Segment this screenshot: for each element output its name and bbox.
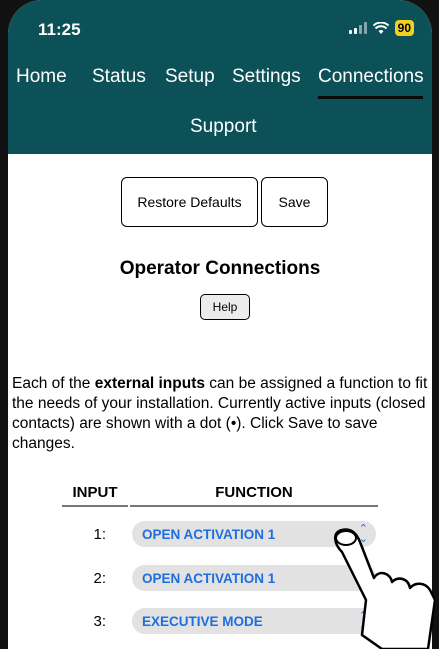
battery-icon: 90 [394,20,414,36]
status-time: 11:25 [38,20,81,39]
description-bold: external inputs [94,375,205,392]
page-title: Operator Connections [119,258,321,279]
wifi-icon [372,21,389,34]
input-label-1: 1: [93,526,106,543]
status-icons: 90 [348,20,414,36]
nav-item-connections[interactable]: Connections [318,66,424,88]
function-select-value: OPEN ACTIVATION 1 [142,570,276,586]
function-select-value: OPEN ACTIVATION 1 [142,526,276,542]
active-tab-indicator [318,96,423,99]
description-part1: Each of the [12,375,95,392]
phone-frame: 11:25 90 Home Status Setup Settings Conn… [0,0,439,649]
nav-item-setup[interactable]: Setup [165,66,215,88]
help-button[interactable]: Help [200,294,250,320]
nav-item-support[interactable]: Support [190,116,257,138]
nav-item-status[interactable]: Status [92,66,146,88]
nav-item-settings[interactable]: Settings [232,66,301,88]
input-label-3: 3: [93,613,106,630]
nav-item-home[interactable]: Home [16,66,67,88]
hand-pointer-icon [334,528,435,649]
restore-defaults-button[interactable]: Restore Defaults [121,177,258,227]
column-header-function: FUNCTION [130,484,378,507]
app-header: 11:25 90 Home Status Setup Settings Conn… [8,0,432,154]
description-text: Each of the external inputs can be assig… [12,374,428,454]
input-label-2: 2: [93,570,106,587]
signal-icon [348,22,367,34]
function-select-value: EXECUTIVE MODE [142,613,263,629]
save-button[interactable]: Save [261,177,328,227]
column-header-input: INPUT [62,484,128,507]
